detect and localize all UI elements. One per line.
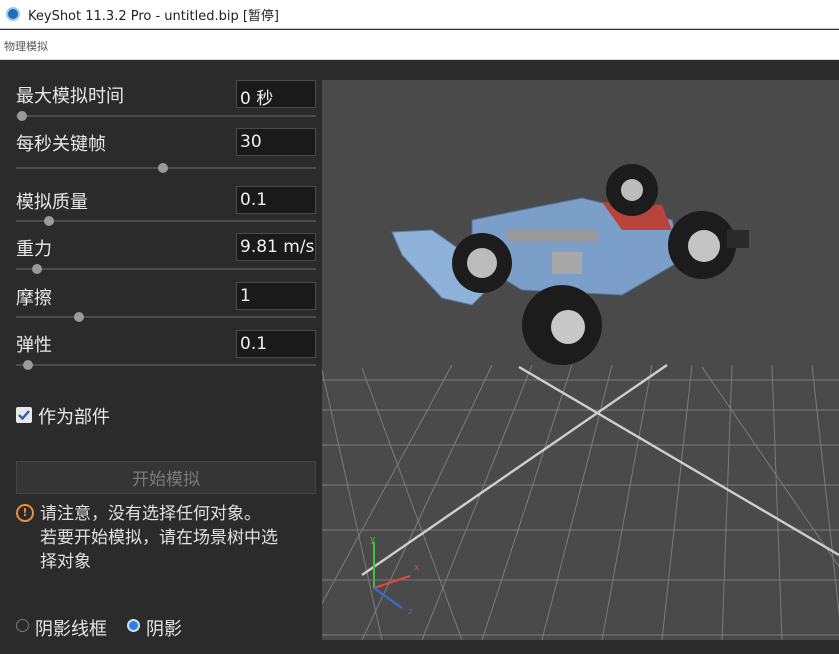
keyframes-per-second-field[interactable]: 30 xyxy=(236,128,316,156)
as-part-label: 作为部件 xyxy=(38,407,110,428)
shaded-label: 阴影 xyxy=(146,619,182,640)
friction-field[interactable]: 1 xyxy=(236,282,316,310)
slider-thumb[interactable] xyxy=(74,312,84,322)
panel-header: 物理模拟 xyxy=(0,30,839,60)
slider-thumb[interactable] xyxy=(17,111,27,121)
ground-grid xyxy=(322,364,839,640)
as-part-checkbox[interactable] xyxy=(16,407,32,423)
slider-thumb[interactable] xyxy=(158,163,168,173)
grid-major-axes xyxy=(361,364,839,576)
max-sim-time-field[interactable]: 0 秒 xyxy=(236,80,316,108)
friction-label: 摩擦 xyxy=(16,288,52,309)
axis-gizmo: y x z xyxy=(370,535,420,617)
y-axis-label: y xyxy=(370,535,376,545)
window-title: KeyShot 11.3.2 Pro - untitled.bip [暂停] xyxy=(28,8,279,24)
friction-slider[interactable] xyxy=(16,312,316,322)
z-axis-label: z xyxy=(408,607,413,617)
gravity-slider[interactable] xyxy=(16,264,316,274)
keyshot-logo-icon xyxy=(6,7,20,21)
max-sim-time-slider[interactable] xyxy=(16,111,316,121)
shaded-wireframe-label: 阴影线框 xyxy=(35,619,107,640)
viewport-canvas: y x z xyxy=(322,164,839,640)
warning-line: 请注意，没有选择任何对象。 xyxy=(40,504,261,524)
sim-quality-label: 模拟质量 xyxy=(16,192,88,213)
bounciness-slider[interactable] xyxy=(16,360,316,370)
sim-quality-field[interactable]: 0.1 xyxy=(236,186,316,214)
keyframes-per-second-slider[interactable] xyxy=(16,163,316,173)
3d-viewport[interactable]: y x z xyxy=(322,80,839,640)
max-sim-time-label: 最大模拟时间 xyxy=(16,86,124,107)
slider-thumb[interactable] xyxy=(32,264,42,274)
slider-thumb[interactable] xyxy=(44,216,54,226)
checkmark-icon xyxy=(18,410,30,421)
warning-icon: ! xyxy=(16,504,34,522)
bounciness-label: 弹性 xyxy=(16,335,52,356)
physics-settings-panel: 最大模拟时间 0 秒 每秒关键帧 30 模拟质量 0.1 重力 9.81 m/s… xyxy=(0,61,322,654)
keyframes-per-second-label: 每秒关键帧 xyxy=(16,134,106,155)
warning-message: 请注意，没有选择任何对象。 若要开始模拟，请在场景树中选 择对象 xyxy=(40,502,316,574)
shaded-wireframe-radio[interactable] xyxy=(16,619,29,632)
warning-line: 若要开始模拟，请在场景树中选 xyxy=(40,528,278,548)
warning-line: 择对象 xyxy=(40,552,91,572)
gravity-label: 重力 xyxy=(16,239,52,260)
start-simulation-button[interactable]: 开始模拟 xyxy=(16,461,316,494)
panel-header-label: 物理模拟 xyxy=(4,40,48,53)
bounciness-field[interactable]: 0.1 xyxy=(236,330,316,358)
sim-quality-slider[interactable] xyxy=(16,216,316,226)
gravity-field[interactable]: 9.81 m/s xyxy=(236,233,316,261)
slider-thumb[interactable] xyxy=(23,360,33,370)
title-bar: KeyShot 11.3.2 Pro - untitled.bip [暂停] xyxy=(0,0,839,29)
vehicle-model xyxy=(391,164,749,365)
x-axis-label: x xyxy=(414,563,420,573)
shaded-radio[interactable] xyxy=(127,619,140,632)
